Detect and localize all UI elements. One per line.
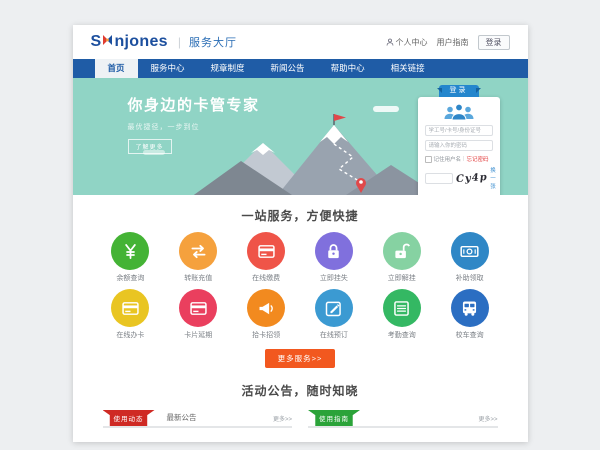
captcha-row: Cy4p 换一张 — [425, 166, 493, 190]
forgot-password-link[interactable]: 忘记密码 — [466, 155, 488, 163]
service-item[interactable]: 立即挂失 — [300, 226, 368, 283]
user-guide-label: 用户指南 — [437, 37, 469, 48]
tab-latest-announcements[interactable]: 最新公告 — [167, 412, 197, 426]
login-form: 记住用户名 | 忘记密码 Cy4p 换一张 登录 — [418, 97, 500, 195]
header-login-button[interactable]: 登录 — [478, 35, 510, 50]
account-input[interactable] — [425, 125, 493, 136]
service-item[interactable]: 在线办卡 — [97, 283, 165, 340]
service-item[interactable]: 转账充值 — [164, 226, 232, 283]
service-item[interactable]: 在线缴费 — [232, 226, 300, 283]
card-icon — [111, 289, 149, 327]
site-name: 服务大厅 — [189, 34, 237, 50]
login-panel: 登录 记住用户名 | 忘记密码 — [418, 85, 500, 195]
service-label: 在线缴费 — [232, 273, 300, 283]
service-label: 在线办卡 — [97, 330, 165, 340]
person-icon — [386, 38, 394, 46]
users-icon — [441, 102, 477, 121]
service-label: 转账充值 — [164, 273, 232, 283]
service-item[interactable]: 余额查询 — [97, 226, 165, 283]
nav-item[interactable]: 相关链接 — [378, 59, 438, 78]
service-item[interactable]: 校车查询 — [436, 283, 504, 340]
nav-item[interactable]: 帮助中心 — [318, 59, 378, 78]
announcements-title: 活动公告，随时知晓 — [73, 382, 528, 399]
nav-item[interactable]: 新闻公告 — [258, 59, 318, 78]
remember-checkbox[interactable] — [425, 156, 432, 163]
yuan-icon — [111, 232, 149, 270]
services-grid: 余额查询转账充值在线缴费立即挂失立即解挂补助领取在线办卡卡片延期拾卡招领在线预订… — [73, 226, 528, 340]
header-divider: | — [178, 35, 181, 49]
announcement-column-right: 使用指南 更多>> — [308, 408, 498, 428]
portal-page: S njones | 服务大厅 个人中心 用户指南 — [73, 25, 528, 442]
service-item[interactable]: 补助领取 — [436, 226, 504, 283]
card-icon — [247, 232, 285, 270]
password-input[interactable] — [425, 140, 493, 151]
service-label: 卡片延期 — [164, 330, 232, 340]
logo: S njones | 服务大厅 — [91, 33, 237, 51]
hero-subtitle: 最优捷径，一步到位 — [128, 122, 260, 132]
right-more-link[interactable]: 更多>> — [478, 414, 497, 426]
service-item[interactable]: 卡片延期 — [164, 283, 232, 340]
announcement-column-left: 使用动态 最新公告 更多>> — [103, 408, 293, 428]
more-services-button[interactable]: 更多服务>> — [265, 349, 336, 368]
header: S njones | 服务大厅 个人中心 用户指南 — [73, 25, 528, 59]
remember-separator: | — [463, 156, 464, 162]
login-tab[interactable]: 登录 — [439, 85, 479, 97]
nav-item[interactable]: 首页 — [95, 59, 138, 78]
banknote-icon — [451, 232, 489, 270]
logo-text-prefix: S — [91, 33, 102, 51]
service-label: 立即挂失 — [300, 273, 368, 283]
captcha-image[interactable]: Cy4p — [455, 171, 487, 184]
tab-usage-news[interactable]: 使用动态 — [103, 410, 155, 426]
lock-icon — [315, 232, 353, 270]
edit-icon — [315, 289, 353, 327]
nav-item[interactable]: 规章制度 — [198, 59, 258, 78]
megaphone-icon — [247, 289, 285, 327]
services-title: 一站服务，方便快捷 — [73, 207, 528, 224]
service-item[interactable]: 在线预订 — [300, 283, 368, 340]
nav-bar: 首页服务中心规章制度新闻公告帮助中心相关链接 — [73, 59, 528, 78]
personal-center-link[interactable]: 个人中心 — [386, 37, 428, 48]
service-label: 立即解挂 — [368, 273, 436, 283]
remember-label: 记住用户名 — [434, 155, 462, 163]
service-label: 补助领取 — [436, 273, 504, 283]
user-guide-link[interactable]: 用户指南 — [437, 37, 469, 48]
personal-center-label: 个人中心 — [396, 37, 428, 48]
service-item[interactable]: 立即解挂 — [368, 226, 436, 283]
announcements-section: 活动公告，随时知晓 使用动态 最新公告 更多>> 使用指南 更多>> — [73, 382, 528, 442]
service-label: 拾卡招领 — [232, 330, 300, 340]
list-icon — [383, 289, 421, 327]
service-item[interactable]: 考勤查询 — [368, 283, 436, 340]
service-label: 余额查询 — [97, 273, 165, 283]
captcha-input[interactable] — [425, 173, 453, 184]
service-label: 在线预订 — [300, 330, 368, 340]
bus-icon — [451, 289, 489, 327]
left-more-link[interactable]: 更多>> — [273, 414, 292, 426]
service-label: 考勤查询 — [368, 330, 436, 340]
service-label: 校车查询 — [436, 330, 504, 340]
remember-row: 记住用户名 | 忘记密码 — [425, 155, 493, 163]
hero-cta-button[interactable]: 了解更多 — [128, 139, 172, 154]
header-right: 个人中心 用户指南 登录 — [386, 35, 510, 50]
hero-copy: 你身边的卡管专家 最优捷径，一步到位 了解更多 — [128, 94, 260, 154]
card-icon — [179, 289, 217, 327]
services-section: 一站服务，方便快捷 余额查询转账充值在线缴费立即挂失立即解挂补助领取在线办卡卡片… — [73, 195, 528, 378]
tab-user-guide[interactable]: 使用指南 — [308, 410, 360, 426]
transfer-icon — [179, 232, 217, 270]
hero-title: 你身边的卡管专家 — [128, 94, 260, 115]
logo-text-suffix: njones — [114, 33, 167, 51]
hero-banner: 你身边的卡管专家 最优捷径，一步到位 了解更多 登录 — [73, 78, 528, 195]
logo-mark-icon — [102, 33, 113, 51]
captcha-refresh-link[interactable]: 换一张 — [490, 166, 496, 190]
announcement-columns: 使用动态 最新公告 更多>> 使用指南 更多>> — [73, 408, 528, 442]
unlock-icon — [383, 232, 421, 270]
nav-item[interactable]: 服务中心 — [138, 59, 198, 78]
service-item[interactable]: 拾卡招领 — [232, 283, 300, 340]
